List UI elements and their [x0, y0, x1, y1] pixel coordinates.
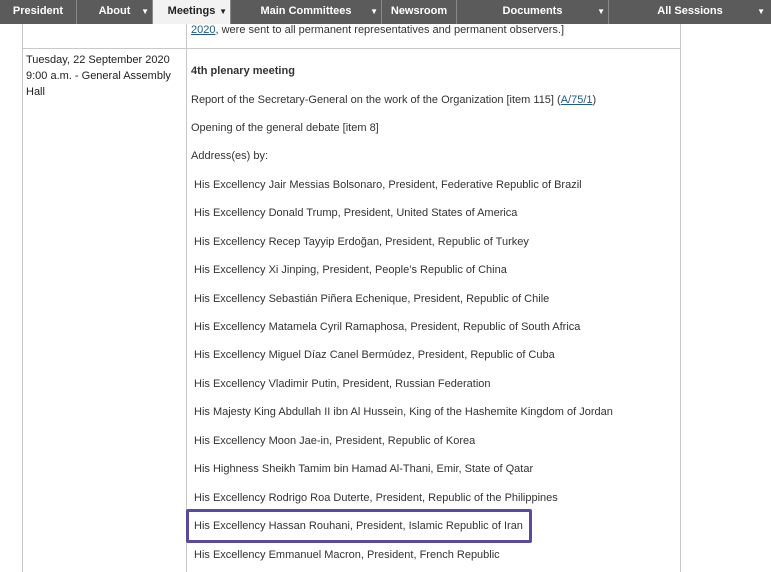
- report-close: ): [592, 94, 597, 106]
- caret-down-icon[interactable]: ▼: [757, 0, 765, 23]
- speaker-item: His Excellency Miguel Díaz Canel Bermúde…: [194, 349, 555, 361]
- speaker-item: His Excellency Recep Tayyip Erdoğan, Pre…: [194, 236, 529, 248]
- nav-all-sessions[interactable]: All Sessions ▼: [609, 0, 771, 24]
- report-text: Report of the Secretary-General on the w…: [191, 94, 561, 106]
- highlight-box: [186, 509, 532, 543]
- meeting-title: 4th plenary meeting: [191, 65, 295, 77]
- speaker-item: His Highness Sheikh Tamim bin Hamad Al-T…: [194, 463, 534, 475]
- nav-newsroom-label: Newsroom: [390, 5, 448, 17]
- meetings-table: 2020, were sent to all permanent represe…: [0, 24, 771, 572]
- nav-about[interactable]: About ▼: [77, 0, 153, 24]
- speaker-item: His Excellency Emmanuel Macron, Presiden…: [194, 549, 500, 561]
- nav-about-label: About: [98, 5, 131, 17]
- speaker-item: His Excellency Jair Messias Bolsonaro, P…: [194, 179, 582, 191]
- caret-down-icon[interactable]: ▼: [370, 0, 378, 23]
- nav-president[interactable]: President: [0, 0, 77, 24]
- speaker-item: His Excellency Donald Trump, President, …: [194, 207, 518, 219]
- nav-president-label: President: [12, 5, 64, 17]
- table-border-right: [680, 24, 681, 572]
- addresses-label: Address(es) by:: [191, 150, 269, 162]
- nav-meetings[interactable]: Meetings ▼: [153, 0, 231, 24]
- report-document-link[interactable]: A/75/1: [561, 94, 593, 106]
- nav-main-committees[interactable]: Main Committees ▼: [231, 0, 382, 24]
- agenda-item-report: Report of the Secretary-General on the w…: [191, 94, 596, 106]
- nav-documents[interactable]: Documents ▼: [457, 0, 609, 24]
- meeting-date-cell: Tuesday, 22 September 2020 9:00 a.m. - G…: [26, 52, 186, 100]
- document-link[interactable]: 2020: [191, 24, 215, 36]
- nav-all-sessions-label: All Sessions: [657, 5, 723, 17]
- nav-documents-label: Documents: [502, 5, 563, 17]
- agenda-item-debate: Opening of the general debate [item 8]: [191, 122, 379, 134]
- speaker-item: His Excellency Rodrigo Roa Duterte, Pres…: [194, 492, 558, 504]
- speaker-item: His Excellency Vladimir Putin, President…: [194, 378, 491, 390]
- meeting-date: Tuesday, 22 September 2020: [26, 54, 170, 66]
- nav-newsroom[interactable]: Newsroom: [382, 0, 457, 24]
- top-nav: President About ▼ Meetings ▼ Main Commit…: [0, 0, 771, 24]
- table-column-divider: [186, 24, 187, 572]
- speaker-item: His Excellency Moon Jae-in, President, R…: [194, 435, 476, 447]
- caret-down-icon[interactable]: ▼: [219, 0, 227, 23]
- nav-main-committees-label: Main Committees: [260, 5, 352, 17]
- meeting-time-place: 9:00 a.m. - General Assembly Hall: [26, 70, 171, 98]
- caret-down-icon[interactable]: ▼: [141, 0, 149, 23]
- table-border-left: [22, 24, 23, 572]
- speaker-item: His Excellency Xi Jinping, President, Pe…: [194, 264, 507, 276]
- speaker-item: His Excellency Matamela Cyril Ramaphosa,…: [194, 321, 581, 333]
- previous-row-note: , were sent to all permanent representat…: [215, 24, 565, 36]
- table-row-divider: [22, 48, 681, 49]
- nav-meetings-label: Meetings: [167, 5, 216, 17]
- speaker-item: His Majesty King Abdullah II ibn Al Huss…: [194, 406, 613, 418]
- previous-row-text: 2020, were sent to all permanent represe…: [191, 24, 564, 36]
- speaker-item: His Excellency Sebastián Piñera Echeniqu…: [194, 293, 550, 305]
- caret-down-icon[interactable]: ▼: [597, 0, 605, 23]
